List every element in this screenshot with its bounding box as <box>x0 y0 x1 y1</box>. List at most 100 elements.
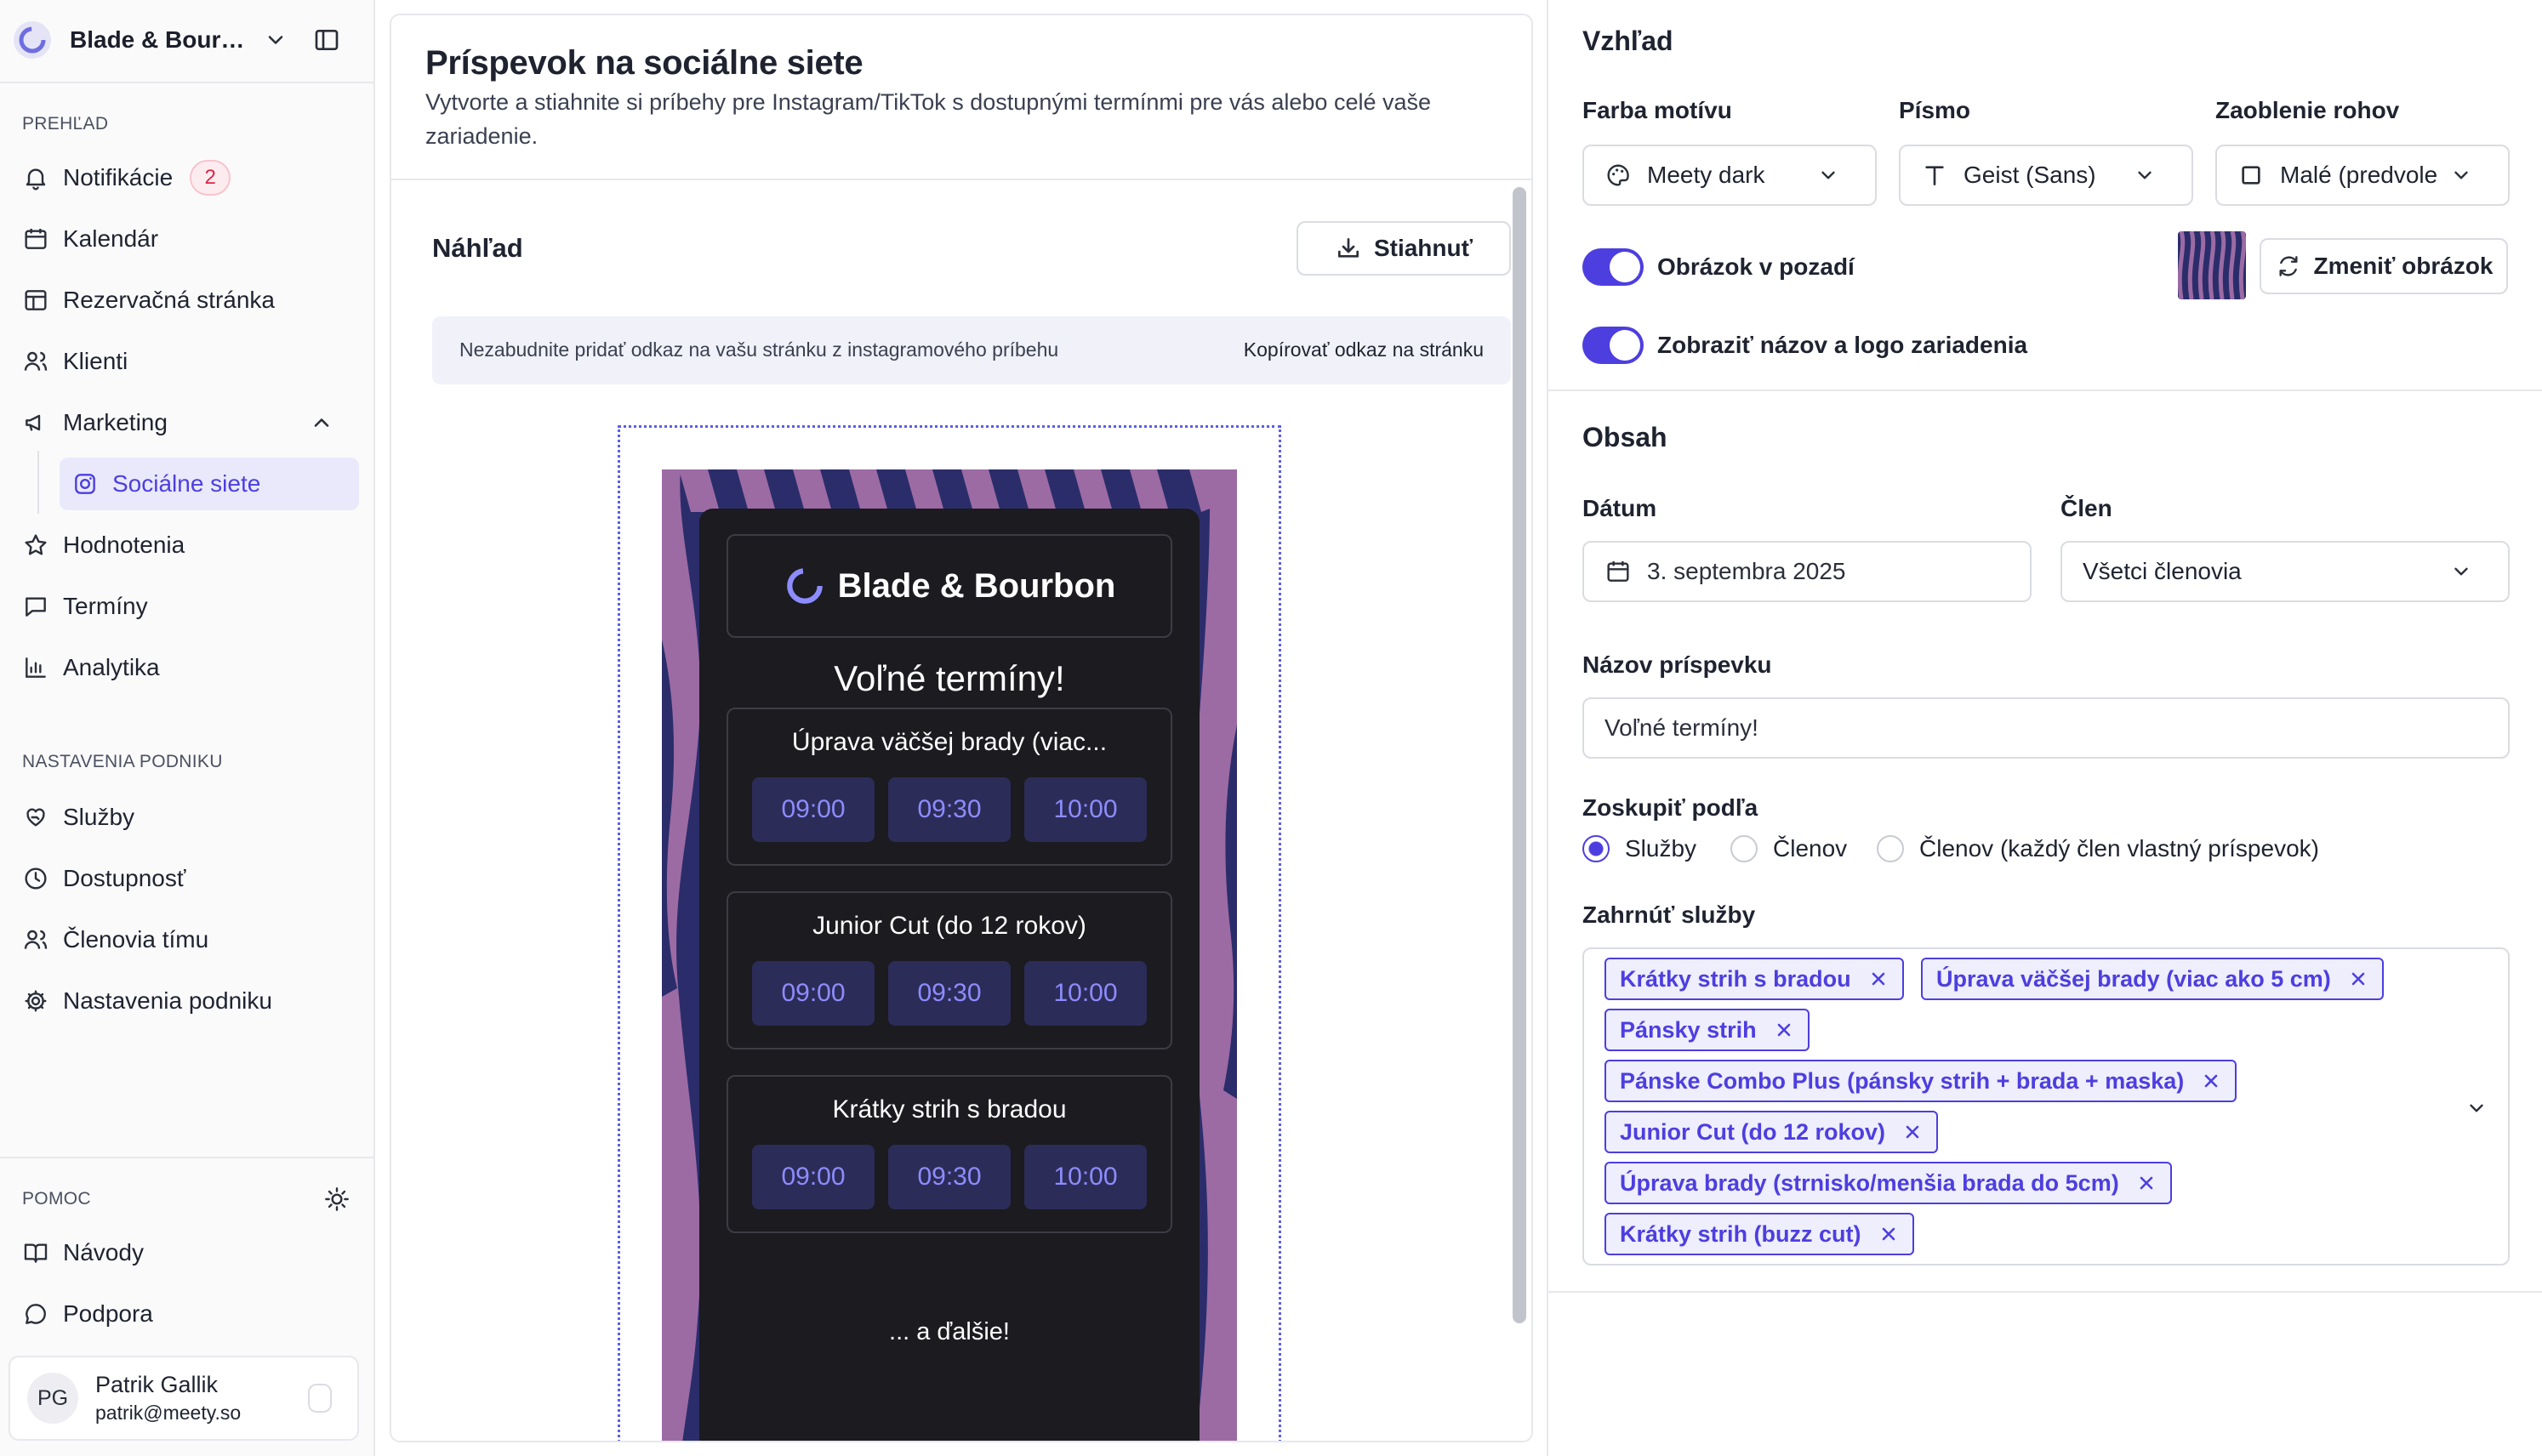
sidebar-divider <box>0 1157 373 1158</box>
download-icon <box>1335 235 1362 262</box>
copy-link-button[interactable]: Kopírovať odkaz na stránku <box>1244 338 1484 361</box>
section-label-overview: PREHĽAD <box>22 114 109 134</box>
sidebar-divider <box>0 82 373 83</box>
sun-icon[interactable] <box>323 1186 351 1213</box>
group-by-each-member-radio[interactable]: Členov (každý člen vlastný príspevok) <box>1877 835 2319 862</box>
member-label: Člen <box>2060 495 2112 521</box>
section-divider <box>1548 390 2542 391</box>
sidebar-item-label: Marketing <box>63 409 168 435</box>
date-picker[interactable]: 3. septembra 2025 <box>1582 541 2032 602</box>
date-value: 3. septembra 2025 <box>1647 558 1846 584</box>
tag-label: Úprava väčšej brady (viac ako 5 cm) <box>1936 965 2331 992</box>
sidebar-item-team[interactable]: Členovia tímu <box>22 913 359 966</box>
workspace-switcher[interactable]: Blade & Bourbon <box>12 12 352 68</box>
avatar: PG <box>27 1373 78 1424</box>
section-divider <box>1548 1291 2542 1293</box>
radio-label: Členov <box>1773 835 1848 862</box>
chevron-down-icon <box>2450 164 2472 186</box>
users-icon <box>22 348 49 375</box>
group-by-services-radio[interactable]: Služby <box>1582 835 1696 862</box>
service-tag: Pánsky strih <box>1604 1009 1810 1051</box>
download-button[interactable]: Stiahnuť <box>1297 221 1511 276</box>
user-menu[interactable]: PG Patrik Gallik patrik@meety.so <box>9 1356 359 1441</box>
tag-label: Krátky strih s bradou <box>1620 965 1851 992</box>
story-service-block: Junior Cut (do 12 rokov) 09:00 09:30 10:… <box>727 891 1172 1049</box>
service-tag: Úprava väčšej brady (viac ako 5 cm) <box>1921 958 2384 1000</box>
font-label: Písmo <box>1899 97 1971 123</box>
service-tag: Pánske Combo Plus (pánsky strih + brada … <box>1604 1060 2237 1102</box>
services-multiselect[interactable]: Krátky strih s bradou Úprava väčšej brad… <box>1582 947 2510 1265</box>
sidebar-toggle-icon[interactable] <box>313 26 340 54</box>
sidebar-item-label: Členovia tímu <box>63 926 209 953</box>
service-tag: Úprava brady (strnisko/menšia brada do 5… <box>1604 1162 2172 1204</box>
preview-scrollbar[interactable] <box>1513 187 1526 1323</box>
post-title-input[interactable]: Voľné termíny! <box>1582 697 2510 759</box>
sidebar-item-label: Návody <box>63 1239 144 1265</box>
member-select[interactable]: Všetci členovia <box>2060 541 2510 602</box>
close-icon[interactable] <box>2201 1071 2221 1091</box>
logo-toggle-label: Zobraziť názov a logo zariadenia <box>1657 332 2028 358</box>
palette-icon <box>1604 162 1632 189</box>
sidebar-item-label: Termíny <box>63 593 148 619</box>
radio-label: Služby <box>1625 835 1697 862</box>
download-label: Stiahnuť <box>1373 235 1473 261</box>
close-icon[interactable] <box>1902 1122 1923 1142</box>
logo-toggle[interactable] <box>1582 327 1644 364</box>
square-icon <box>2237 162 2265 189</box>
story-title: Voľné termíny! <box>834 658 1065 698</box>
change-image-button[interactable]: Zmeniť obrázok <box>2260 238 2508 294</box>
sidebar-item-label: Služby <box>63 804 135 830</box>
chevron-up-icon[interactable] <box>310 411 333 435</box>
sidebar-item-availability[interactable]: Dostupnosť <box>22 852 359 905</box>
sidebar-item-business-settings[interactable]: Nastavenia podniku <box>22 975 359 1027</box>
sidebar-item-services[interactable]: Služby <box>22 791 359 844</box>
sidebar-item-support[interactable]: Podpora <box>22 1288 359 1340</box>
chevron-down-icon[interactable] <box>264 28 288 52</box>
time-slot: 09:30 <box>888 777 1011 842</box>
sidebar-item-appointments[interactable]: Termíny <box>22 580 359 633</box>
tag-label: Krátky strih (buzz cut) <box>1620 1220 1861 1247</box>
sidebar-item-clients[interactable]: Klienti <box>22 335 359 388</box>
sidebar-item-guides[interactable]: Návody <box>22 1226 359 1279</box>
radius-select[interactable]: Malé (predvole <box>2215 145 2510 206</box>
sidebar-item-label: Analytika <box>63 654 160 680</box>
chevron-down-icon[interactable] <box>2465 1097 2488 1119</box>
sidebar-item-reviews[interactable]: Hodnotenia <box>22 519 359 572</box>
sidebar-item-label: Nastavenia podniku <box>63 987 272 1014</box>
radius-value: Malé (predvole <box>2280 162 2438 188</box>
story-service-name: Úprava väčšej brady (viac... <box>791 728 1108 756</box>
preview-label: Náhľad <box>432 233 523 263</box>
post-title-value: Voľné termíny! <box>1604 714 1758 741</box>
sidebar-item-label: Dostupnosť <box>63 865 186 891</box>
radius-label: Zaoblenie rohov <box>2215 97 2400 123</box>
theme-select[interactable]: Meety dark <box>1582 145 1877 206</box>
chart-icon <box>22 654 49 681</box>
sidebar-item-marketing[interactable]: Marketing <box>22 396 359 449</box>
sidebar-item-booking-page[interactable]: Rezervačná stránka <box>22 274 359 327</box>
social-post-panel: Príspevok na sociálne siete Vytvorte a s… <box>390 14 1533 1442</box>
notification-count-badge: 2 <box>190 160 231 196</box>
font-select[interactable]: Geist (Sans) <box>1899 145 2193 206</box>
sidebar-item-label: Podpora <box>63 1300 153 1327</box>
meety-logo-icon <box>12 20 53 60</box>
close-icon[interactable] <box>1868 969 1889 989</box>
close-icon[interactable] <box>1878 1224 1899 1244</box>
close-icon[interactable] <box>2136 1173 2157 1193</box>
close-icon[interactable] <box>2348 969 2368 989</box>
story-preview: Blade & Bourbon Voľné termíny! Úprava vä… <box>662 469 1237 1441</box>
chevron-up-down-icon <box>308 1384 332 1413</box>
close-icon[interactable] <box>1774 1020 1794 1040</box>
group-by-members-radio[interactable]: Členov <box>1730 835 1847 862</box>
tag-label: Junior Cut (do 12 rokov) <box>1620 1118 1886 1145</box>
story-service-name: Krátky strih s bradou <box>832 1095 1067 1123</box>
theme-value: Meety dark <box>1647 162 1765 188</box>
sidebar-item-calendar[interactable]: Kalendár <box>22 213 359 265</box>
sidebar-item-analytics[interactable]: Analytika <box>22 641 359 694</box>
sidebar-item-social[interactable]: Sociálne siete <box>60 458 359 510</box>
tag-label: Pánsky strih <box>1620 1016 1757 1043</box>
radio-label: Členov (každý člen vlastný príspevok) <box>1919 835 2319 862</box>
time-slot: 09:30 <box>888 961 1011 1026</box>
font-value: Geist (Sans) <box>1963 162 2096 188</box>
sidebar-item-notifications[interactable]: Notifikácie 2 <box>22 151 359 204</box>
background-image-toggle[interactable] <box>1582 248 1644 286</box>
